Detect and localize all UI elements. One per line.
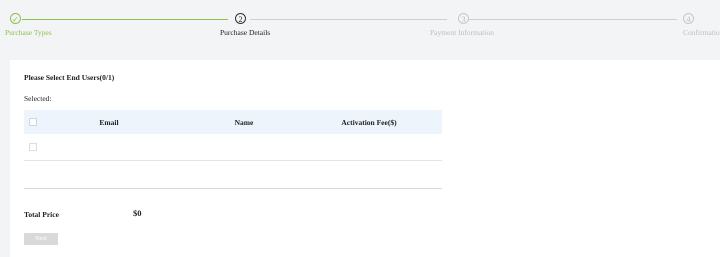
total-price-value: $0 — [133, 208, 142, 218]
table-empty-area — [24, 161, 442, 189]
step-number: 4 — [683, 13, 694, 24]
column-header-name: Name — [234, 118, 254, 127]
step-label: Confirmation — [683, 28, 720, 37]
total-price-label: Total Price — [24, 210, 59, 219]
step-number: 3 — [458, 13, 469, 24]
table-header: Email Name Activation Fee($) — [24, 110, 442, 134]
column-header-activation-fee: Activation Fee($) — [341, 118, 397, 127]
stepper-connector — [22, 19, 228, 20]
stepper-connector — [469, 19, 677, 20]
step-label: Purchase Details — [220, 28, 271, 37]
select-all-checkbox[interactable] — [29, 118, 37, 126]
row-checkbox[interactable] — [29, 143, 37, 151]
column-header-email: Email — [99, 118, 119, 127]
next-button[interactable]: Next — [24, 233, 58, 245]
step-label: Payment Information — [430, 28, 494, 37]
purchase-stepper: ✓ Purchase Types 2 Purchase Details 3 Pa… — [0, 0, 720, 44]
selected-label: Selected: — [24, 94, 52, 103]
step-number: 2 — [235, 13, 246, 24]
stepper-connector — [250, 19, 447, 20]
end-users-table: Email Name Activation Fee($) — [24, 110, 442, 189]
table-row — [24, 134, 442, 161]
check-icon: ✓ — [10, 13, 21, 24]
purchase-details-panel: Please Select End Users(0/1) Selected: E… — [10, 60, 720, 257]
step-label: Purchase Types — [5, 28, 52, 37]
section-title: Please Select End Users(0/1) — [24, 73, 115, 82]
